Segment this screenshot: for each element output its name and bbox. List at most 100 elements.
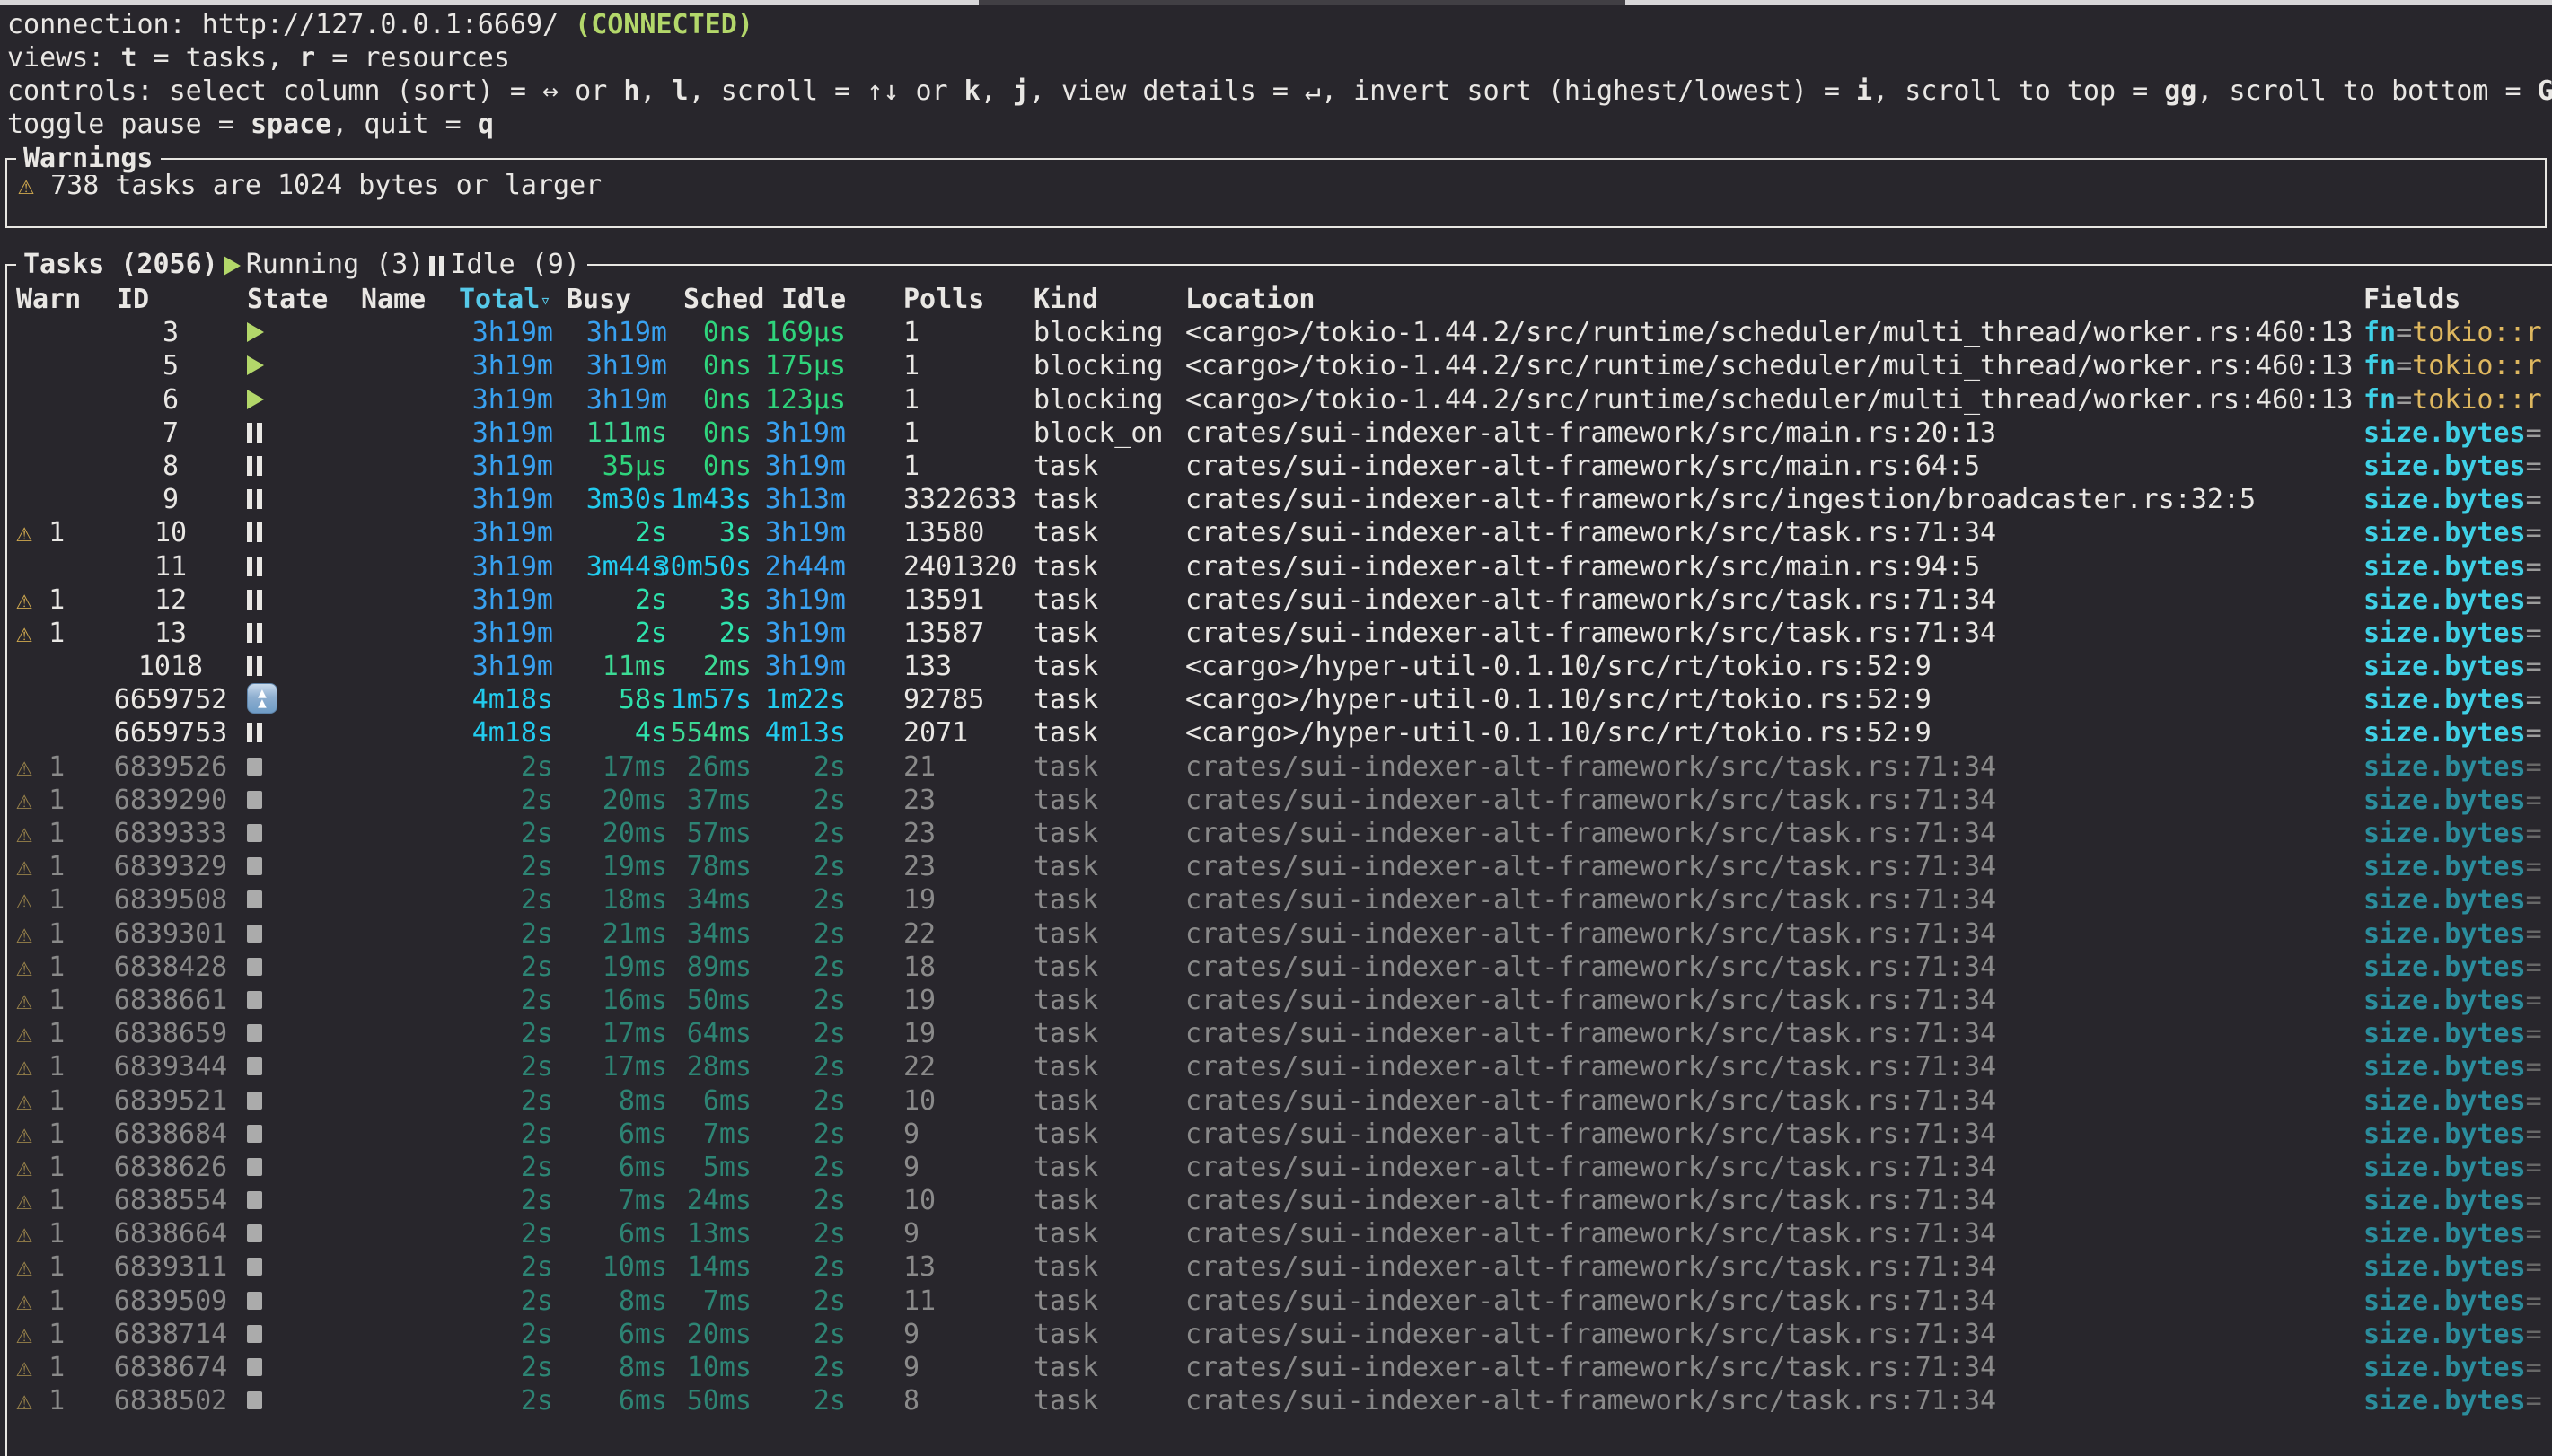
stopped-state-icon [247,890,262,908]
column-header-kind[interactable]: Kind [1034,283,1182,316]
cell-kind: task [1034,883,1182,917]
column-header-location[interactable]: Location [1185,283,2360,316]
cell-sched: 30m50s [644,550,752,583]
task-row[interactable]: 33h19m3h19m0ns169µs1blocking<cargo>/toki… [7,316,2552,349]
task-row[interactable]: ⚠ 168393442s17ms28ms2s22taskcrates/sui-i… [7,1050,2552,1083]
field-key: size.bytes [2363,751,2526,783]
task-row[interactable]: ⚠ 168385542s7ms24ms2s10taskcrates/sui-in… [7,1184,2552,1217]
task-row[interactable]: 66597534m18s4s554ms4m13s2071task<cargo>/… [7,716,2552,750]
cell-total: 3h19m [445,349,553,382]
task-row[interactable]: 53h19m3h19m0ns175µs1blocking<cargo>/toki… [7,349,2552,382]
running-state-icon [247,355,264,375]
task-row[interactable]: ⚠ 168386742s8ms10ms2s9taskcrates/sui-ind… [7,1351,2552,1384]
cell-location: crates/sui-indexer-alt-framework/src/tas… [1185,1250,2360,1284]
stopped-state-icon [247,758,262,776]
task-row[interactable]: ⚠ 168385022s6ms50ms2s8taskcrates/sui-ind… [7,1384,2552,1417]
stopped-state-icon [247,1325,262,1343]
cell-state [247,550,328,583]
cell-warn: ⚠ 1 [16,784,111,817]
cell-warn: ⚠ 1 [16,1050,111,1083]
field-equals: = [2526,1085,2542,1117]
warning-icon: ⚠ [16,851,48,882]
column-header-idle[interactable]: Idle [781,283,889,316]
field-key: size.bytes [2363,918,2526,950]
cell-total: 3h19m [445,617,553,650]
task-row[interactable]: ⚠ 168395212s8ms6ms2s10taskcrates/sui-ind… [7,1084,2552,1118]
task-row[interactable]: 83h19m35µs0ns3h19m1taskcrates/sui-indexe… [7,450,2552,483]
field-equals: = [2396,350,2412,382]
field-key: fn [2363,384,2396,416]
task-row[interactable]: ⚠ 168386842s6ms7ms2s9taskcrates/sui-inde… [7,1118,2552,1151]
task-row[interactable]: ⚠ 168386262s6ms5ms2s9taskcrates/sui-inde… [7,1151,2552,1184]
cell-polls: 9 [903,1151,1031,1184]
column-header-fields[interactable]: Fields [2363,283,2552,316]
task-row[interactable]: ⚠ 168393112s10ms14ms2s13taskcrates/sui-i… [7,1250,2552,1284]
field-equals: = [2526,851,2542,882]
field-equals: = [2526,651,2542,682]
cell-warn: ⚠ 1 [16,917,111,951]
task-row[interactable]: ⚠ 168384282s19ms89ms2s18taskcrates/sui-i… [7,951,2552,984]
cell-sched: 5ms [644,1151,752,1184]
task-row[interactable]: 93h19m3m30s1m43s3h13m3322633taskcrates/s… [7,483,2552,516]
cell-kind: task [1034,1285,1182,1318]
cell-id: 12 [108,583,233,617]
cell-polls: 23 [903,817,1031,850]
cell-total: 4m18s [445,683,553,716]
task-row[interactable]: ⚠ 168395082s18ms34ms2s19taskcrates/sui-i… [7,883,2552,917]
column-header-busy[interactable]: Busy [567,283,674,316]
cell-warn: ⚠ 1 [16,984,111,1017]
task-row[interactable]: 73h19m111ms0ns3h19m1block_oncrates/sui-i… [7,417,2552,450]
stopped-state-icon [247,925,262,943]
task-row[interactable]: ⚠ 168386592s17ms64ms2s19taskcrates/sui-i… [7,1017,2552,1050]
task-row[interactable]: 10183h19m11ms2ms3h19m133task<cargo>/hype… [7,650,2552,683]
column-header-warn[interactable]: Warn [16,283,111,316]
field-equals: = [2526,1118,2542,1150]
cell-fields: size.bytes= [2363,817,2552,850]
cell-kind: task [1034,984,1182,1017]
warn-count: 1 [48,1285,65,1317]
task-row[interactable]: ⚠ 1133h19m2s2s3h19m13587taskcrates/sui-i… [7,617,2552,650]
task-row[interactable]: ⚠ 168395262s17ms26ms2s21taskcrates/sui-i… [7,750,2552,784]
cell-location: crates/sui-indexer-alt-framework/src/tas… [1185,750,2360,784]
cell-fields: size.bytes= [2363,583,2552,617]
field-key: size.bytes [2363,651,2526,682]
cell-sched: 7ms [644,1285,752,1318]
info-text: , scroll to bottom = [2196,75,2537,107]
task-row[interactable]: ⚠ 168395092s8ms7ms2s11taskcrates/sui-ind… [7,1285,2552,1318]
cell-kind: task [1034,1351,1182,1384]
cell-state [247,784,328,817]
task-row[interactable]: ⚠ 168393292s19ms78ms2s23taskcrates/sui-i… [7,850,2552,883]
stopped-state-icon [247,1358,262,1376]
cell-id: 6838684 [108,1118,233,1151]
task-row[interactable]: 66597524m18s58s1m57s1m22s92785task<cargo… [7,683,2552,716]
cell-sched: 26ms [644,750,752,784]
task-row[interactable]: ⚠ 1103h19m2s3s3h19m13580taskcrates/sui-i… [7,516,2552,549]
task-row[interactable]: 63h19m3h19m0ns123µs1blocking<cargo>/toki… [7,383,2552,417]
warning-icon: ⚠ [16,1118,48,1150]
column-header-id[interactable]: ID [117,283,242,316]
task-row[interactable]: ⚠ 1123h19m2s3s3h19m13591taskcrates/sui-i… [7,583,2552,617]
task-row[interactable]: ⚠ 168387142s6ms20ms2s9taskcrates/sui-ind… [7,1318,2552,1351]
cell-idle: 2s [738,750,846,784]
column-header-polls[interactable]: Polls [903,283,1031,316]
cell-fields: size.bytes= [2363,1084,2552,1118]
column-header-sched[interactable]: Sched [683,283,791,316]
cell-sched: 0ns [644,417,752,450]
column-header-state[interactable]: State [247,283,328,316]
task-row[interactable]: ⚠ 168393012s21ms34ms2s22taskcrates/sui-i… [7,917,2552,951]
task-row[interactable]: ⚠ 168392902s20ms37ms2s23taskcrates/sui-i… [7,784,2552,817]
cell-kind: task [1034,450,1182,483]
cell-sched: 89ms [644,951,752,984]
column-header-name[interactable]: Name [361,283,442,316]
task-row[interactable]: ⚠ 168386642s6ms13ms2s9taskcrates/sui-ind… [7,1217,2552,1250]
task-row[interactable]: ⚠ 168386612s16ms50ms2s19taskcrates/sui-i… [7,984,2552,1017]
cell-total: 2s [445,1118,553,1151]
task-row[interactable]: ⚠ 168393332s20ms57ms2s23taskcrates/sui-i… [7,817,2552,850]
cell-state [247,1250,328,1284]
cell-kind: task [1034,1184,1182,1217]
cell-idle: 2s [738,917,846,951]
stopped-state-icon [247,1158,262,1176]
field-key: size.bytes [2363,417,2526,449]
cell-idle: 2s [738,1285,846,1318]
task-row[interactable]: 113h19m3m44s30m50s2h44m2401320taskcrates… [7,550,2552,583]
